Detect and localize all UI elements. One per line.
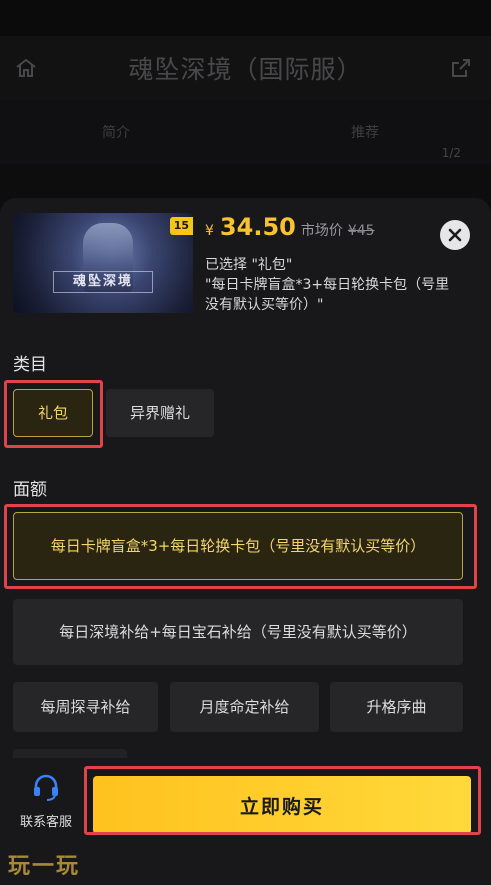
currency-symbol: ¥ (205, 223, 214, 239)
denomination-option-weekly[interactable]: 每周探寻补给 (13, 682, 158, 732)
purchase-sheet: 魂坠深境 15 ¥ 34.50 市场价 ¥45 已选择 "礼包" "每日卡牌盲盒… (0, 198, 491, 885)
contact-service-label: 联系客服 (19, 815, 72, 830)
denomination-option-depth-supply[interactable]: 每日深境补给+每日宝石补给（号里没有默认买等价） (13, 599, 463, 665)
price-row: ¥ 34.50 市场价 ¥45 (205, 213, 375, 243)
category-option-gift-pack[interactable]: 礼包 (13, 389, 93, 437)
category-title: 类目 (13, 355, 47, 375)
thumbnail-logo: 魂坠深境 (53, 271, 153, 293)
denomination-option-monthly[interactable]: 月度命定补给 (170, 682, 319, 732)
headset-icon (34, 774, 58, 801)
denomination-option-prelude[interactable]: 升格序曲 (330, 682, 463, 732)
thumbnail-badge: 15 (169, 217, 193, 235)
contact-service-button[interactable]: 联系客服 (10, 772, 82, 830)
product-thumbnail: 魂坠深境 15 (13, 213, 193, 313)
close-button[interactable] (440, 220, 470, 250)
market-price-value: ¥45 (347, 223, 375, 239)
watermark-logo: 玩一玩 (8, 853, 81, 879)
denomination-title: 面额 (13, 480, 47, 500)
denomination-option-card-box[interactable]: 每日卡牌盲盒*3+每日轮换卡包（号里没有默认买等价） (13, 512, 463, 580)
buy-now-button[interactable]: 立即购买 (93, 776, 471, 834)
close-icon (448, 228, 462, 242)
category-option-otherworld-gift[interactable]: 异界赠礼 (106, 389, 214, 437)
selected-category-text: 已选择 "礼包" (205, 257, 293, 273)
market-price-label: 市场价 (300, 223, 343, 239)
selected-item-text: "每日卡牌盲盒*3+每日轮换卡包（号里没有默认买等价）" (205, 277, 450, 313)
price-value: 34.50 (219, 213, 296, 241)
